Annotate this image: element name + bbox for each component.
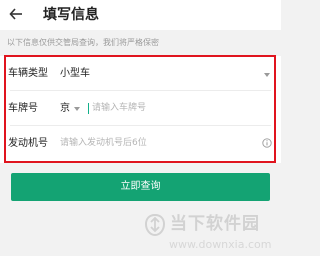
privacy-note: 以下信息仅供交管局查询，我们将严格保密: [7, 38, 159, 47]
arrow-left-icon[interactable]: [9, 7, 23, 21]
watermark-brand: 当下软件园: [170, 214, 260, 234]
page-title: 填写信息: [43, 7, 99, 23]
watermark-url: www.downxia.com: [169, 238, 272, 251]
top-app-bar: 填写信息: [0, 0, 281, 30]
watermark: 当下软件园 www.downxia.com: [144, 211, 280, 255]
highlight-annotation: [4, 55, 276, 163]
watermark-logo-icon: [144, 213, 166, 237]
submit-query-button[interactable]: 立即查询: [11, 173, 270, 201]
